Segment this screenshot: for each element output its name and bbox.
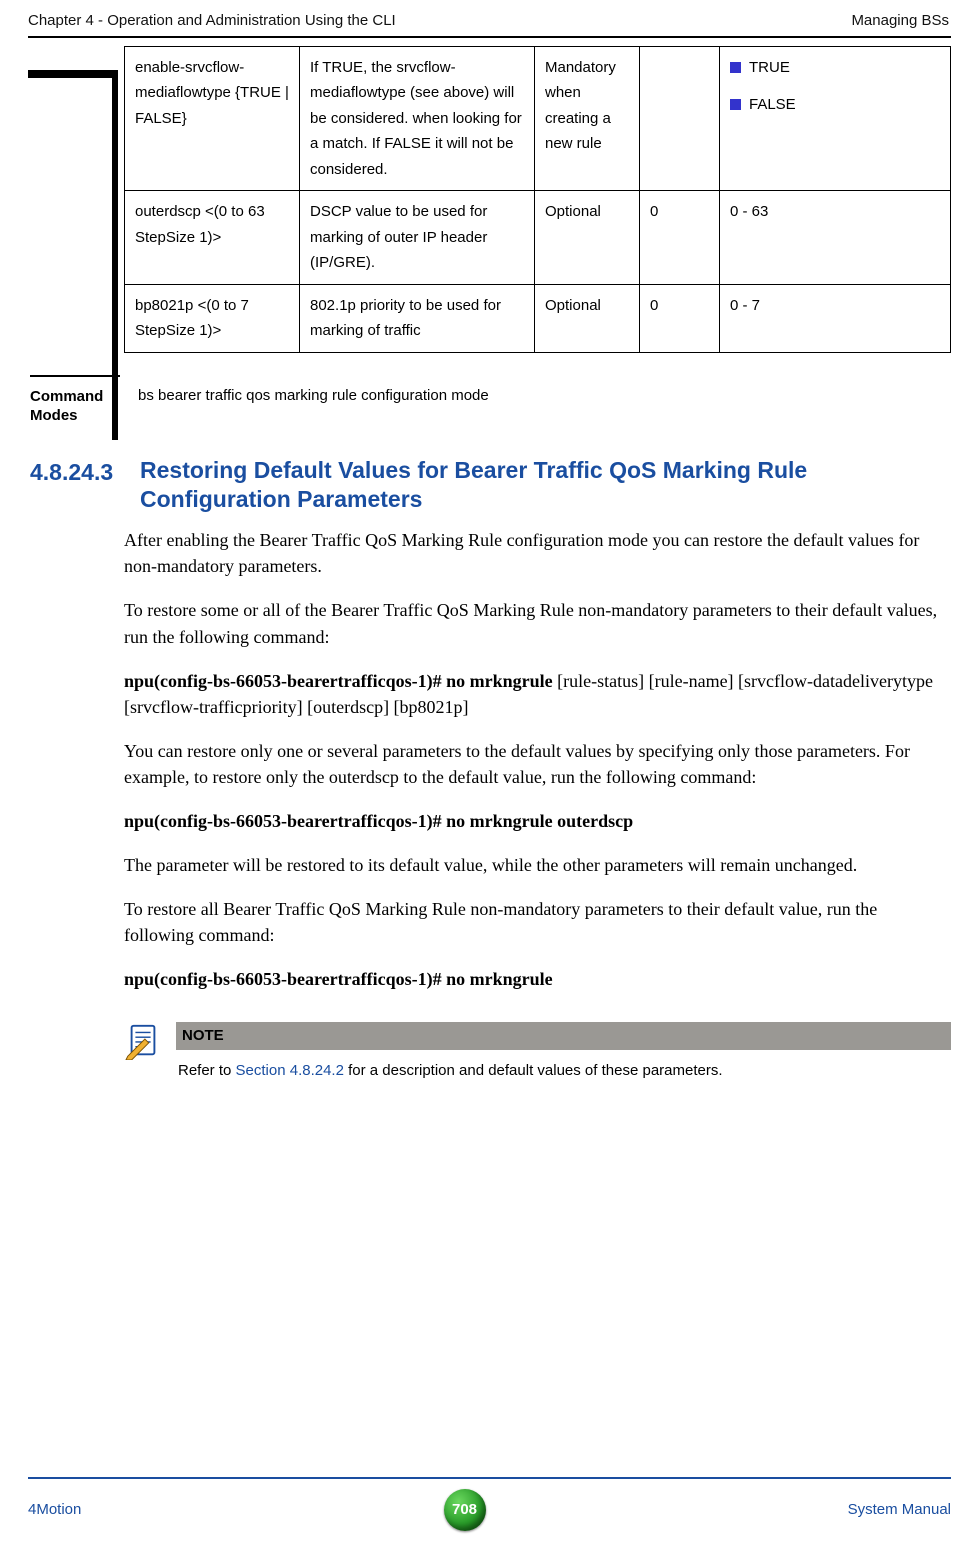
table-row: enable-srvcflow-mediaflowtype {TRUE | FA… xyxy=(125,46,951,191)
section-title: Restoring Default Values for Bearer Traf… xyxy=(140,456,951,514)
cell-values: 0 - 63 xyxy=(720,191,951,285)
command-modes-value: bs bearer traffic qos marking rule confi… xyxy=(138,375,489,426)
paragraph: You can restore only one or several para… xyxy=(124,738,951,790)
footer-left: 4Motion xyxy=(28,1499,81,1521)
value-false: FALSE xyxy=(749,96,796,113)
cell-presence: Mandatory when creating a new rule xyxy=(535,46,640,191)
margin-rule-vertical xyxy=(112,70,118,440)
cell-values: 0 - 7 xyxy=(720,284,951,352)
footer-right: System Manual xyxy=(848,1499,951,1521)
command-paragraph: npu(config-bs-66053-bearertrafficqos-1)#… xyxy=(124,808,951,834)
note-content: NOTE Refer to Section 4.8.24.2 for a des… xyxy=(176,1022,951,1092)
page-number-badge: 708 xyxy=(444,1489,486,1531)
command-bold: npu(config-bs-66053-bearertrafficqos-1)#… xyxy=(124,969,553,989)
margin-rule-horizontal xyxy=(28,70,118,78)
command-paragraph: npu(config-bs-66053-bearertrafficqos-1)#… xyxy=(124,966,951,992)
page-footer: 4Motion 708 System Manual xyxy=(0,1477,979,1545)
header-rule xyxy=(28,36,951,38)
page-header: Chapter 4 - Operation and Administration… xyxy=(0,0,979,36)
note-header: NOTE xyxy=(176,1022,951,1050)
command-bold: npu(config-bs-66053-bearertrafficqos-1)#… xyxy=(124,671,553,691)
cell-values: TRUE FALSE xyxy=(720,46,951,191)
note-block: NOTE Refer to Section 4.8.24.2 for a des… xyxy=(124,1022,951,1092)
note-icon xyxy=(124,1022,162,1067)
bullet-icon xyxy=(730,62,741,73)
cell-param: enable-srvcflow-mediaflowtype {TRUE | FA… xyxy=(125,46,300,191)
paragraph: To restore some or all of the Bearer Tra… xyxy=(124,597,951,649)
command-modes-label: Command Modes xyxy=(30,375,120,426)
cell-desc: 802.1p priority to be used for marking o… xyxy=(300,284,535,352)
bullet-icon xyxy=(730,99,741,110)
cell-param: bp8021p <(0 to 7 StepSize 1)> xyxy=(125,284,300,352)
parameter-table: enable-srvcflow-mediaflowtype {TRUE | FA… xyxy=(124,46,951,353)
table-row: outerdscp <(0 to 63 StepSize 1)> DSCP va… xyxy=(125,191,951,285)
paragraph: After enabling the Bearer Traffic QoS Ma… xyxy=(124,527,951,579)
cell-presence: Optional xyxy=(535,284,640,352)
cell-desc: DSCP value to be used for marking of out… xyxy=(300,191,535,285)
table-row: bp8021p <(0 to 7 StepSize 1)> 802.1p pri… xyxy=(125,284,951,352)
paragraph: The parameter will be restored to its de… xyxy=(124,852,951,878)
footer-rule xyxy=(28,1477,951,1479)
cell-param: outerdscp <(0 to 63 StepSize 1)> xyxy=(125,191,300,285)
cell-default: 0 xyxy=(640,191,720,285)
header-right: Managing BSs xyxy=(851,10,949,32)
command-paragraph: npu(config-bs-66053-bearertrafficqos-1)#… xyxy=(124,668,951,720)
command-bold: npu(config-bs-66053-bearertrafficqos-1)#… xyxy=(124,811,633,831)
note-suffix: for a description and default values of … xyxy=(344,1062,723,1079)
paragraph: To restore all Bearer Traffic QoS Markin… xyxy=(124,896,951,948)
note-body: Refer to Section 4.8.24.2 for a descript… xyxy=(176,1050,951,1092)
cell-desc: If TRUE, the srvcflow-mediaflowtype (see… xyxy=(300,46,535,191)
cell-presence: Optional xyxy=(535,191,640,285)
cell-default: 0 xyxy=(640,284,720,352)
note-prefix: Refer to xyxy=(178,1062,236,1079)
cell-default xyxy=(640,46,720,191)
section-heading: 4.8.24.3 Restoring Default Values for Be… xyxy=(30,456,951,514)
section-number: 4.8.24.3 xyxy=(30,456,140,514)
value-true: TRUE xyxy=(749,59,790,76)
command-modes-block: Command Modes bs bearer traffic qos mark… xyxy=(124,375,951,426)
header-left: Chapter 4 - Operation and Administration… xyxy=(28,10,396,32)
note-link[interactable]: Section 4.8.24.2 xyxy=(236,1062,344,1079)
